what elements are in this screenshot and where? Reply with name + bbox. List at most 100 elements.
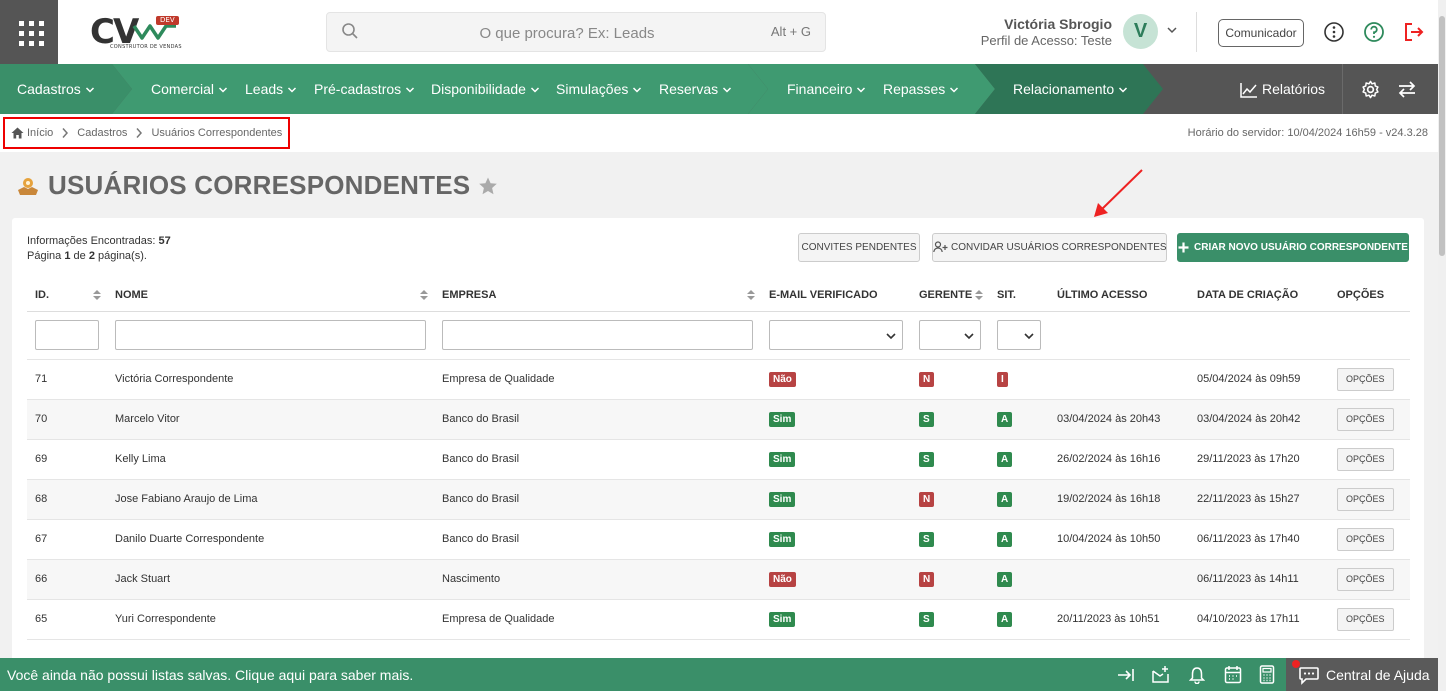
nav-item-relacionamento[interactable]: Relacionamento bbox=[1013, 64, 1128, 114]
filter-empresa-input[interactable] bbox=[442, 320, 753, 350]
cell-nome: Kelly Lima bbox=[107, 439, 434, 480]
email-status-badge: Sim bbox=[769, 411, 796, 427]
nav-item-disponibilidade[interactable]: Disponibilidade bbox=[431, 64, 540, 114]
chevron-down-icon bbox=[633, 87, 642, 93]
create-user-button[interactable]: CRIAR NOVO USUÁRIO CORRESPONDENTE bbox=[1177, 233, 1409, 262]
apps-grid-icon[interactable] bbox=[0, 0, 58, 64]
table-row[interactable]: 65 Yuri Correspondente Empresa de Qualidad… bbox=[27, 599, 1410, 640]
sort-icon bbox=[747, 290, 755, 300]
nav-item-simulacoes[interactable]: Simulações bbox=[556, 64, 642, 114]
divider bbox=[1342, 64, 1343, 114]
chevron-down-icon bbox=[85, 87, 94, 93]
search-input[interactable] bbox=[367, 21, 767, 45]
comunicador-button[interactable]: Comunicador bbox=[1218, 19, 1304, 47]
breadcrumb-label: Início bbox=[27, 127, 54, 139]
nav-item-financeiro[interactable]: Financeiro bbox=[787, 64, 866, 114]
filter-nome-input[interactable] bbox=[115, 320, 426, 350]
cell-email: Não bbox=[761, 559, 911, 600]
page-title: USUÁRIOS CORRESPONDENTES bbox=[48, 170, 471, 200]
calculator-icon[interactable] bbox=[1259, 665, 1275, 684]
nav-item-relatorios[interactable]: Relatórios bbox=[1240, 64, 1325, 114]
filter-id-input[interactable] bbox=[35, 320, 99, 350]
help-icon[interactable] bbox=[1363, 21, 1385, 43]
cell-nome: Jose Fabiano Araujo de Lima bbox=[107, 479, 434, 520]
email-status-badge: Sim bbox=[769, 611, 796, 627]
saved-lists-message[interactable]: Você ainda não possui listas salvas. Cli… bbox=[7, 667, 413, 683]
calendar-icon[interactable] bbox=[1224, 665, 1242, 684]
mail-notification-icon[interactable] bbox=[1151, 665, 1171, 684]
email-status-badge: Não bbox=[769, 571, 796, 587]
invite-users-button[interactable]: CONVIDAR USUÁRIOS CORRESPONDENTES bbox=[932, 233, 1167, 262]
filter-gerente-select[interactable] bbox=[919, 320, 981, 350]
pending-invites-button[interactable]: CONVITES PENDENTES bbox=[798, 233, 920, 262]
filter-email-select[interactable] bbox=[769, 320, 903, 350]
table-row[interactable]: 68 Jose Fabiano Araujo de Lima Banco do Br… bbox=[27, 479, 1410, 520]
row-options-button[interactable]: OPÇÕES bbox=[1337, 607, 1394, 631]
info-found-count: 57 bbox=[158, 235, 171, 247]
row-options-button[interactable]: OPÇÕES bbox=[1337, 367, 1394, 391]
cell-id: 70 bbox=[27, 399, 107, 440]
favorite-star-icon[interactable] bbox=[478, 176, 498, 196]
logout-icon[interactable] bbox=[1403, 21, 1425, 43]
sort-icon bbox=[975, 290, 983, 300]
row-options-button[interactable]: OPÇÕES bbox=[1337, 527, 1394, 551]
sit-status-badge: A bbox=[997, 451, 1013, 467]
gerente-status-badge: N bbox=[919, 571, 935, 587]
table-row[interactable]: 66 Jack Stuart Nascimento Não N A 06/11/2023 à… bbox=[27, 559, 1410, 600]
column-header-id[interactable]: ID. bbox=[27, 279, 107, 312]
table-row[interactable]: 70 Marcelo Vitor Banco do Brasil Sim S A 03/04… bbox=[27, 399, 1410, 440]
vertical-scrollbar[interactable] bbox=[1438, 0, 1446, 691]
avatar[interactable]: V bbox=[1123, 14, 1158, 49]
user-info[interactable]: Victória Sbrogio Perfil de Acesso: Teste bbox=[981, 16, 1112, 48]
column-header-data-criacao[interactable]: DATA DE CRIAÇÃO bbox=[1189, 279, 1329, 312]
column-header-nome[interactable]: NOME bbox=[107, 279, 434, 312]
chevron-down-icon[interactable] bbox=[1166, 25, 1178, 35]
nav-item-reservas[interactable]: Reservas bbox=[659, 64, 732, 114]
row-options-button[interactable]: OPÇÕES bbox=[1337, 407, 1394, 431]
cell-opcoes: OPÇÕES bbox=[1329, 399, 1410, 440]
logo[interactable]: CV DEV CONSTRUTOR DE VENDAS bbox=[90, 12, 190, 54]
table-row[interactable]: 69 Kelly Lima Banco do Brasil Sim S A 26/02/20… bbox=[27, 439, 1410, 480]
gear-icon[interactable] bbox=[1361, 80, 1380, 99]
nav-item-comercial[interactable]: Comercial bbox=[151, 64, 228, 114]
search-bar[interactable]: Alt + G bbox=[326, 12, 826, 52]
handshake-icon bbox=[18, 177, 38, 195]
bell-icon[interactable] bbox=[1189, 666, 1205, 684]
cell-empresa: Banco do Brasil bbox=[434, 399, 761, 440]
cell-empresa: Empresa de Qualidade bbox=[434, 359, 761, 400]
collapse-arrow-icon[interactable] bbox=[1117, 667, 1135, 683]
row-options-button[interactable]: OPÇÕES bbox=[1337, 567, 1394, 591]
help-center-button[interactable]: Central de Ajuda bbox=[1286, 658, 1438, 691]
cell-ultimo bbox=[1049, 559, 1189, 600]
scrollbar-thumb[interactable] bbox=[1439, 16, 1445, 256]
column-header-ultimo-acesso[interactable]: ÚLTIMO ACESSO bbox=[1049, 279, 1189, 312]
column-header-gerente[interactable]: GERENTE bbox=[911, 279, 989, 312]
column-header-email-verificado[interactable]: E-MAIL VERIFICADO bbox=[761, 279, 911, 312]
breadcrumb-cadastros[interactable]: Cadastros bbox=[77, 127, 127, 139]
sit-status-badge: I bbox=[997, 371, 1008, 387]
row-options-button[interactable]: OPÇÕES bbox=[1337, 487, 1394, 511]
home-icon bbox=[11, 127, 24, 139]
filter-sit-select[interactable] bbox=[997, 320, 1041, 350]
breadcrumb-home[interactable]: Início bbox=[11, 127, 53, 139]
cell-nome: Marcelo Vitor bbox=[107, 399, 434, 440]
info-page-of: de bbox=[73, 250, 86, 262]
nav-item-cadastros[interactable]: Cadastros bbox=[17, 64, 95, 114]
nav-item-repasses[interactable]: Repasses bbox=[883, 64, 959, 114]
column-header-sit[interactable]: SIT. bbox=[989, 279, 1049, 312]
nav-item-pre-cadastros[interactable]: Pré-cadastros bbox=[314, 64, 415, 114]
row-options-button[interactable]: OPÇÕES bbox=[1337, 447, 1394, 471]
cell-gerente: S bbox=[911, 439, 989, 480]
chevron-down-icon bbox=[218, 87, 228, 93]
cell-criacao: 06/11/2023 às 17h40 bbox=[1189, 519, 1329, 560]
nav-item-leads[interactable]: Leads bbox=[245, 64, 297, 114]
more-options-icon[interactable] bbox=[1323, 21, 1345, 43]
table-row[interactable]: 67 Danilo Duarte Correspondente Banco do B… bbox=[27, 519, 1410, 560]
table-row[interactable]: 71 Victória Correspondente Empresa de Qual… bbox=[27, 359, 1410, 400]
nav-label: Cadastros bbox=[17, 81, 81, 97]
column-header-empresa[interactable]: EMPRESA bbox=[434, 279, 761, 312]
swap-arrows-icon[interactable] bbox=[1398, 81, 1416, 98]
footer-bar: Você ainda não possui listas salvas. Cli… bbox=[0, 658, 1438, 691]
cell-ultimo bbox=[1049, 359, 1189, 400]
chevron-down-icon bbox=[886, 333, 896, 340]
